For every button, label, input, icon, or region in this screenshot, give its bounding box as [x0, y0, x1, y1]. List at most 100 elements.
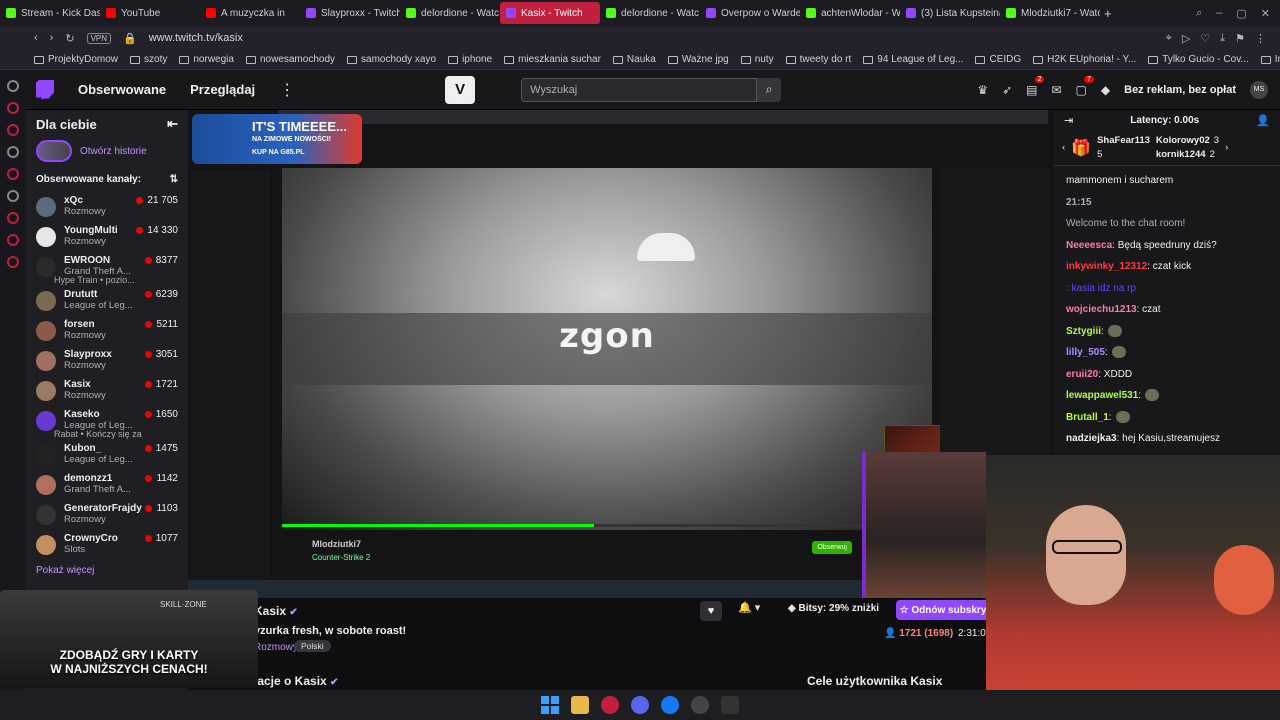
- search-button[interactable]: ⌕: [757, 77, 782, 102]
- chat-username[interactable]: lilly_505: [1066, 347, 1105, 358]
- url-field[interactable]: www.twitch.tv/kasix: [149, 32, 243, 44]
- sort-icon[interactable]: ⇅: [170, 174, 178, 185]
- stream-category[interactable]: Rozmowy: [254, 642, 298, 653]
- x-icon[interactable]: [7, 190, 19, 202]
- reload-icon[interactable]: ↻: [65, 32, 74, 45]
- terminal-icon[interactable]: [721, 696, 739, 714]
- bookmark-item[interactable]: Ważne jpg: [667, 54, 729, 65]
- search-input[interactable]: [521, 77, 758, 102]
- collapse-icon[interactable]: ⇤: [167, 116, 178, 132]
- search-tabs-icon[interactable]: ⌕: [1196, 7, 1202, 20]
- chat-users-icon[interactable]: 👤: [1256, 114, 1270, 127]
- browser-tab[interactable]: (3) Lista Kupsteina: [900, 2, 1000, 24]
- vpn-badge[interactable]: VPN: [86, 32, 112, 44]
- extension-logo-icon[interactable]: V: [445, 75, 476, 104]
- gifter[interactable]: ShaFear113: [1097, 135, 1150, 146]
- heart-icon[interactable]: ♡: [1200, 32, 1210, 45]
- channel-name[interactable]: Kasix ✔: [254, 604, 298, 618]
- twitch-side-icon[interactable]: [7, 168, 19, 180]
- sidebar-channel[interactable]: Kaseko League of Leg... 1650 Rabat • Kończy…: [26, 405, 188, 439]
- discord-icon[interactable]: [631, 696, 649, 714]
- bookmark-item[interactable]: nowesamochody: [245, 54, 335, 65]
- sidebar-channel[interactable]: Kasix Rozmowy 1721: [26, 375, 188, 405]
- chat-username[interactable]: inkywinky_12312: [1066, 261, 1147, 272]
- chat-username[interactable]: Neeeesca: [1066, 240, 1112, 251]
- settings-icon[interactable]: [7, 146, 19, 158]
- show-more-link[interactable]: Pokaż więcej: [26, 559, 188, 582]
- minimize-icon[interactable]: –: [1216, 7, 1222, 20]
- sidebar-channel[interactable]: EWROON Grand Theft A... 8377 Hype Train • p…: [26, 251, 188, 285]
- browser-tab[interactable]: Slayproxx - Twitch: [300, 2, 400, 24]
- opera-icon[interactable]: [7, 102, 19, 114]
- sidebar-channel[interactable]: Slayproxx Rozmowy 3051: [26, 345, 188, 375]
- language-tag[interactable]: Polski: [294, 640, 331, 652]
- bookmark-item[interactable]: ProjektyDomow: [34, 54, 118, 65]
- video-player[interactable]: IT'S TIMEEEE... NA ZIMOWE NOWOŚCI! KUP N…: [188, 110, 1054, 598]
- pinboard-icon[interactable]: [7, 234, 19, 246]
- ad-overlay[interactable]: SKILL·ZONE ZDOBĄDŹ GRY I KARTY W NAJNIŻS…: [0, 590, 258, 688]
- rocket-icon[interactable]: ➶: [1002, 83, 1012, 97]
- browser-tab[interactable]: Kasix - Twitch: [500, 2, 600, 24]
- bookmark-item[interactable]: norwegia: [179, 54, 234, 65]
- bits-button[interactable]: ◈ Bitsy: 29% zniżki: [788, 603, 879, 614]
- chat-username[interactable]: Sztygiii: [1066, 326, 1101, 337]
- gifter[interactable]: kornik1244 2: [1156, 149, 1219, 160]
- maximize-icon[interactable]: ▢: [1236, 7, 1246, 20]
- menu-icon[interactable]: ⋮: [1255, 32, 1266, 45]
- nav-following[interactable]: Obserwowane: [78, 82, 166, 97]
- browser-tab[interactable]: achtenWlodar - W: [800, 2, 900, 24]
- gear-icon[interactable]: [7, 256, 19, 268]
- forward-icon[interactable]: ›: [50, 32, 54, 44]
- chat-username[interactable]: nadziejka3: [1066, 433, 1117, 444]
- chat-username[interactable]: eruii20: [1066, 369, 1098, 380]
- bookmark-item[interactable]: Imgur: The most a...: [1260, 54, 1280, 65]
- bookmark-item[interactable]: iphone: [448, 54, 492, 65]
- bookmark-item[interactable]: tweety do rt: [785, 54, 851, 65]
- mail-icon[interactable]: ✉: [1051, 83, 1061, 97]
- close-icon[interactable]: ✕: [1261, 7, 1270, 20]
- browser-tab[interactable]: Overpow o Warde: [700, 2, 800, 24]
- opera-taskbar-icon[interactable]: [601, 696, 619, 714]
- bookmark-item[interactable]: 94 League of Leg...: [863, 54, 963, 65]
- sidebar-channel[interactable]: demonzz1 Grand Theft A... 1142: [26, 469, 188, 499]
- windows-start-icon[interactable]: [541, 696, 559, 714]
- prev-icon[interactable]: ‹: [1062, 142, 1065, 153]
- bookmark-item[interactable]: szoty: [130, 54, 167, 65]
- user-avatar[interactable]: MS: [1250, 80, 1268, 99]
- messenger-icon[interactable]: [7, 80, 19, 92]
- chat-username[interactable]: 21:15: [1066, 197, 1092, 208]
- open-stories-link[interactable]: Otwórz historie: [80, 146, 147, 157]
- collapse-chat-icon[interactable]: ⇥: [1064, 114, 1073, 127]
- bookmark-item[interactable]: Nauka: [612, 54, 656, 65]
- nav-browse[interactable]: Przeglądaj: [190, 82, 255, 97]
- download-icon[interactable]: ⤓: [1220, 32, 1225, 45]
- chat-username[interactable]: wojciechu1213: [1066, 304, 1137, 315]
- chat-username[interactable]: Brutall_1: [1066, 412, 1109, 423]
- recent-icon[interactable]: [7, 124, 19, 136]
- crown-icon[interactable]: ♛: [977, 83, 988, 97]
- inbox-icon[interactable]: ▤ 2: [1026, 75, 1045, 97]
- browser-tab[interactable]: YouTube: [100, 2, 200, 24]
- subscribe-button[interactable]: ☆ Odnów subskry: [896, 600, 990, 620]
- stories-row[interactable]: Otwórz historie: [26, 138, 188, 164]
- next-icon[interactable]: ›: [1225, 142, 1228, 153]
- new-tab-icon[interactable]: +: [1104, 6, 1112, 21]
- no-ads-button[interactable]: Bez reklam, bez opłat: [1124, 84, 1236, 96]
- snapshot-icon[interactable]: ⌖: [1166, 32, 1172, 45]
- chat-username[interactable]: lewappawel531: [1066, 390, 1138, 401]
- sidebar-channel[interactable]: xQc Rozmowy 21 705: [26, 191, 188, 221]
- sidebar-channel[interactable]: YoungMulti Rozmowy 14 330: [26, 221, 188, 251]
- gem-icon[interactable]: ◆: [1101, 83, 1110, 97]
- notification-bell-button[interactable]: 🔔 ▾: [738, 601, 760, 614]
- browser-tab[interactable]: delordione - Watc: [600, 2, 700, 24]
- bookmark-item[interactable]: samochody xayo: [347, 54, 436, 65]
- bookmark-item[interactable]: CEIDG: [975, 54, 1021, 65]
- sidebar-channel[interactable]: GeneratorFrajdy Rozmowy 1103: [26, 499, 188, 529]
- browser-tab[interactable]: Stream - Kick Dash: [0, 2, 100, 24]
- sidebar-channel[interactable]: Drututt League of Leg... 6239: [26, 285, 188, 315]
- bookmark-item[interactable]: Tylko Gucio - Cov...: [1148, 54, 1249, 65]
- browser-tab[interactable]: delordione - Watc: [400, 2, 500, 24]
- sidebar-channel[interactable]: Kubon_ League of Leg... 1475: [26, 439, 188, 469]
- more-icon[interactable]: ⋮: [279, 80, 295, 100]
- browser-tab[interactable]: A muzyczka in: [200, 2, 300, 24]
